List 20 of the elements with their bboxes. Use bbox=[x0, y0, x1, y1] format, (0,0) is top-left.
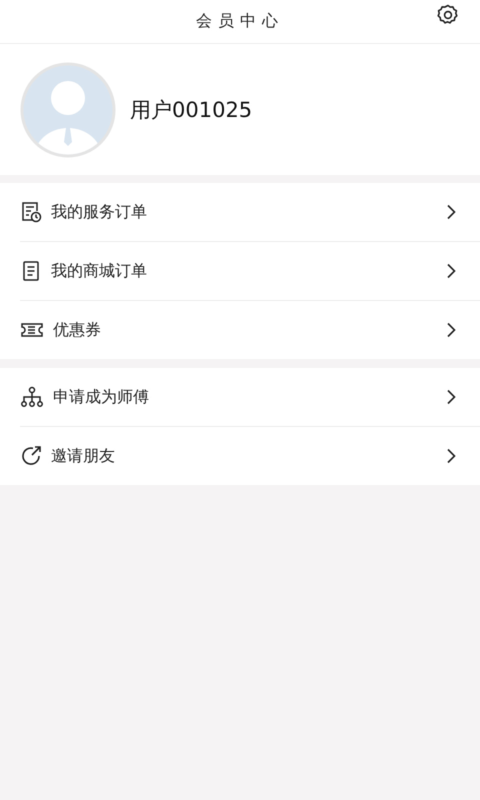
service-order-icon bbox=[20, 201, 42, 223]
menu-label: 申请成为师傅 bbox=[53, 386, 150, 408]
menu-item[interactable]: 我的服务订单 bbox=[20, 183, 480, 242]
menu-label: 优惠券 bbox=[53, 320, 102, 340]
menu-item[interactable]: 申请成为师傅 bbox=[20, 368, 480, 427]
menu-label: 我的商城订单 bbox=[51, 260, 148, 282]
menu-label: 邀请朋友 bbox=[51, 446, 116, 466]
menu-item[interactable]: 邀请朋友 bbox=[20, 427, 480, 485]
chevron-right-icon bbox=[446, 389, 456, 405]
chevron-right-icon bbox=[446, 448, 456, 464]
page-title: 会员中心 bbox=[196, 11, 284, 32]
hierarchy-icon bbox=[20, 386, 44, 408]
username: 用户001025 bbox=[130, 96, 252, 124]
menu-item[interactable]: 我的商城订单 bbox=[20, 242, 480, 301]
chevron-right-icon bbox=[446, 322, 456, 338]
menu-label: 我的服务订单 bbox=[51, 202, 148, 222]
chevron-right-icon bbox=[446, 263, 456, 279]
chevron-right-icon bbox=[446, 204, 456, 220]
menu-item[interactable]: 优惠券 bbox=[20, 301, 480, 359]
share-arrow-icon bbox=[20, 445, 42, 467]
